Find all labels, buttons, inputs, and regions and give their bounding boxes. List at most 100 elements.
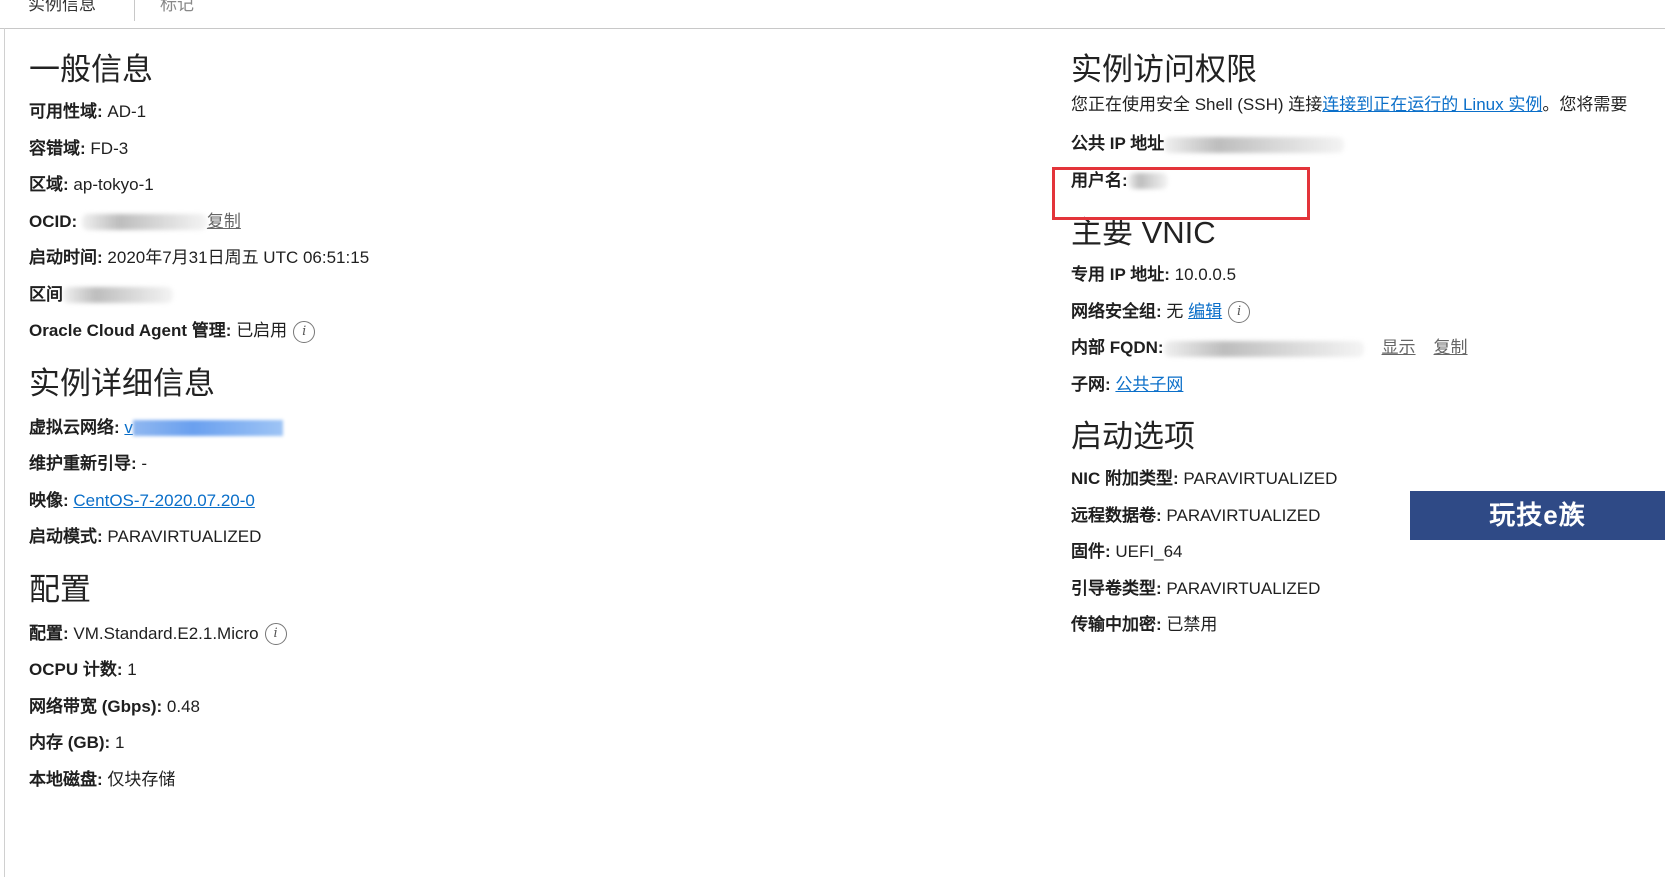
field-label: 网络安全组:	[1071, 301, 1162, 321]
image-link[interactable]: CentOS-7-2020.07.20-0	[73, 491, 254, 510]
field-value: 仅块存储	[107, 769, 176, 789]
field-value: VM.Standard.E2.1.Micro	[73, 623, 259, 643]
ocid-copy-link[interactable]: 复制	[207, 212, 241, 231]
access-description: 您正在使用安全 Shell (SSH) 连接连接到正在运行的 Linux 实例。…	[1071, 90, 1665, 120]
launch-time-row: 启动时间: 2020年7月31日周五 UTC 06:51:15	[29, 240, 929, 277]
tab-tags-label: 标记	[160, 0, 194, 14]
field-label: 固件:	[1071, 542, 1111, 561]
vcn-link[interactable]: v	[124, 418, 133, 437]
launch-options-title: 启动选项	[1071, 419, 1195, 454]
field-label: OCID:	[29, 211, 78, 231]
fqdn-copy-link[interactable]: 复制	[1434, 338, 1468, 357]
field-label: 维护重新引导:	[29, 454, 137, 473]
launch-mode-row: 启动模式: PARAVIRTUALIZED	[29, 519, 929, 556]
field-value: UEFI_64	[1115, 542, 1183, 561]
tab-bar: 实例信息 标记	[0, 0, 1665, 29]
field-value: PARAVIRTUALIZED	[1166, 578, 1321, 598]
fault-domain-row: 容错域: FD-3	[29, 131, 929, 168]
content-border	[4, 28, 5, 877]
shape-row: 配置: VM.Standard.E2.1.Micro i	[29, 616, 929, 653]
field-value: 0.48	[166, 696, 200, 716]
field-label: 区间	[29, 284, 63, 304]
image-row: 映像: CentOS-7-2020.07.20-0	[29, 483, 929, 520]
field-label: 启动模式:	[29, 527, 103, 546]
general-info-title: 一般信息	[29, 52, 153, 87]
field-value: 10.0.0.5	[1174, 265, 1237, 284]
field-value: 已启用	[236, 321, 288, 340]
field-value: 1	[127, 660, 137, 679]
ocpu-row: OCPU 计数: 1	[29, 652, 929, 689]
field-value: 已禁用	[1166, 615, 1218, 634]
field-label: 内存 (GB):	[29, 733, 111, 752]
subnet-link[interactable]: 公共子网	[1115, 375, 1183, 394]
redacted-ocid	[81, 214, 207, 231]
field-label: 传输中加密:	[1071, 615, 1162, 634]
field-label: 专用 IP 地址:	[1071, 265, 1170, 284]
field-label: 引导卷类型:	[1071, 578, 1162, 598]
desc-text: 您正在使用安全 Shell (SSH) 连接	[1071, 95, 1323, 114]
compartment-row: 区间	[29, 277, 929, 314]
field-label: 远程数据卷:	[1071, 505, 1162, 525]
right-column: 实例访问权限 您正在使用安全 Shell (SSH) 连接连接到正在运行的 Li…	[1071, 50, 1665, 644]
field-value: 1	[114, 733, 125, 752]
field-value: PARAVIRTUALIZED	[1166, 505, 1321, 525]
memory-row: 内存 (GB): 1	[29, 725, 929, 762]
bandwidth-row: 网络带宽 (Gbps): 0.48	[29, 689, 929, 726]
field-label: 配置:	[29, 623, 69, 643]
field-value: FD-3	[90, 138, 129, 158]
ssh-docs-link[interactable]: 连接到正在运行的 Linux 实例	[1322, 95, 1542, 114]
ocid-row: OCID: 复制	[29, 204, 929, 241]
info-icon[interactable]: i	[293, 320, 316, 343]
maintenance-row: 维护重新引导: -	[29, 446, 929, 483]
watermark-logo: 玩技e族	[1410, 491, 1665, 540]
nsg-row: 网络安全组: 无 编辑 i	[1071, 294, 1665, 331]
region-row: 区域: ap-tokyo-1	[29, 167, 929, 204]
tab-tags[interactable]: 标记	[160, 0, 194, 28]
availability-domain-row: 可用性域: AD-1	[29, 94, 929, 131]
field-value: PARAVIRTUALIZED	[107, 527, 262, 546]
field-label: Oracle Cloud Agent 管理:	[29, 321, 232, 340]
instance-details-title: 实例详细信息	[29, 365, 215, 401]
fqdn-show-link[interactable]: 显示	[1382, 338, 1416, 357]
field-label: 虚拟云网络:	[29, 417, 120, 437]
left-column: 一般信息 可用性域: AD-1 容错域: FD-3 区域: ap-tokyo-1…	[29, 50, 929, 798]
field-label: 网络带宽 (Gbps):	[29, 696, 163, 716]
tab-instance-info[interactable]: 实例信息	[6, 0, 135, 21]
vcn-row: 虚拟云网络: v	[29, 410, 929, 447]
field-label: 容错域:	[29, 138, 86, 158]
field-label: OCPU 计数:	[29, 660, 123, 679]
agent-row: Oracle Cloud Agent 管理: 已启用 i	[29, 313, 929, 350]
config-title: 配置	[29, 571, 91, 607]
field-label: 公共 IP 地址	[1071, 134, 1165, 153]
field-value: AD-1	[107, 102, 147, 121]
redacted-public-ip	[1164, 136, 1345, 153]
highlight-box	[1052, 167, 1310, 220]
field-label: 映像:	[29, 490, 69, 510]
desc-text: 。您将需要	[1542, 95, 1628, 114]
field-label: NIC 附加类型:	[1071, 469, 1179, 488]
field-value: 无	[1166, 301, 1184, 321]
instance-access-title: 实例访问权限	[1071, 52, 1257, 87]
local-disk-row: 本地磁盘: 仅块存储	[29, 762, 929, 799]
field-value: PARAVIRTUALIZED	[1183, 469, 1338, 488]
boot-volume-row: 引导卷类型: PARAVIRTUALIZED	[1071, 571, 1665, 608]
field-value: -	[141, 454, 148, 473]
field-label: 区域:	[29, 175, 69, 194]
redacted-compartment	[63, 287, 173, 304]
info-icon[interactable]: i	[264, 623, 287, 646]
field-label: 启动时间:	[29, 248, 103, 267]
field-label: 本地磁盘:	[29, 769, 103, 789]
field-label: 可用性域:	[29, 102, 103, 121]
field-value: 2020年7月31日周五 UTC 06:51:15	[107, 248, 370, 267]
redacted-fqdn	[1163, 340, 1364, 357]
field-value: ap-tokyo-1	[73, 175, 154, 194]
field-label: 内部 FQDN:	[1071, 338, 1164, 357]
in-transit-row: 传输中加密: 已禁用	[1071, 607, 1665, 644]
public-ip-row: 公共 IP 地址	[1071, 126, 1665, 163]
redacted-vcn	[132, 420, 283, 437]
nsg-edit-link[interactable]: 编辑	[1188, 302, 1222, 321]
private-ip-row: 专用 IP 地址: 10.0.0.5	[1071, 257, 1665, 294]
info-icon[interactable]: i	[1228, 301, 1251, 324]
tab-instance-info-label: 实例信息	[28, 0, 96, 14]
fqdn-row: 内部 FQDN: 显示 复制	[1071, 330, 1665, 367]
